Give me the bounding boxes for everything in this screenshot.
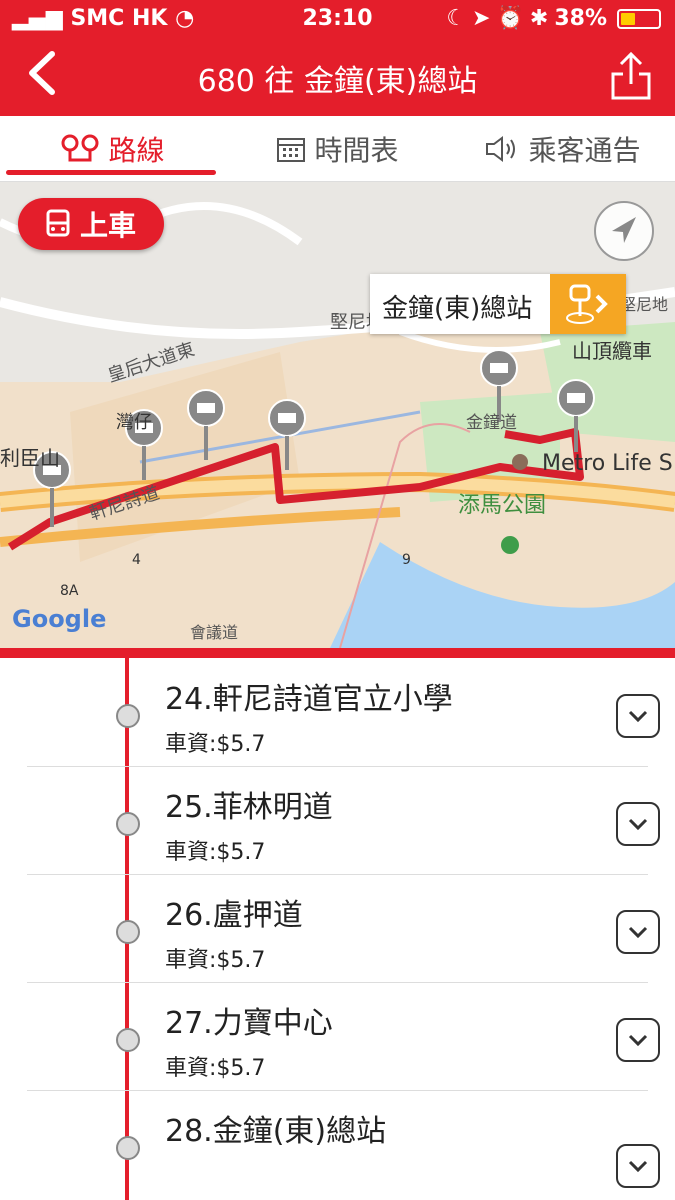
- expand-button[interactable]: [616, 802, 660, 846]
- calendar-icon: [277, 138, 306, 162]
- expand-button[interactable]: [616, 1144, 660, 1188]
- expand-button[interactable]: [616, 1018, 660, 1062]
- nav-bar: 680 往 金鐘(東)總站: [0, 38, 675, 116]
- chevron-down-icon: [628, 926, 648, 939]
- tab-timetable[interactable]: 時間表: [225, 116, 450, 182]
- route-map[interactable]: 堅尼地道 皇后大道東 軒尼詩道 金鐘道 Metro Life S 添馬公園 山頂…: [0, 182, 675, 648]
- callout-stop-name: 金鐘(東)總站: [382, 294, 533, 324]
- chevron-down-icon: [628, 710, 648, 723]
- map-label: 山頂纜車: [572, 339, 652, 363]
- app-header: ▂▄▆ SMC HK ◔ 23:10 ☾ ➤ ⏰ ✱ 38% 680 往 金鐘(…: [0, 0, 675, 116]
- stop-callout[interactable]: 金鐘(東)總站: [370, 274, 626, 334]
- stop-dot: [116, 812, 140, 836]
- locate-me-button[interactable]: [594, 201, 654, 261]
- map-label: 金鐘道: [466, 413, 517, 433]
- list-item[interactable]: 25.菲林明道 車資:$5.7: [0, 766, 675, 875]
- tab-notices-label: 乘客通告: [528, 134, 641, 167]
- stop-name: 26.盧押道: [165, 898, 303, 933]
- location-icon: ➤: [472, 6, 491, 31]
- chevron-down-icon: [628, 818, 648, 831]
- stop-dot: [116, 1028, 140, 1052]
- stop-dot: [116, 920, 140, 944]
- stop-name: 24.軒尼詩道官立小學: [165, 682, 453, 717]
- chevron-down-icon: [628, 1034, 648, 1047]
- route-icon: [61, 134, 99, 162]
- list-item[interactable]: 26.盧押道 車資:$5.7: [0, 874, 675, 983]
- bus-icon: [46, 209, 70, 237]
- map-divider: [0, 648, 675, 658]
- map-label: 8A: [60, 583, 79, 599]
- alarm-icon: ⏰: [496, 6, 524, 31]
- map-label: 灣仔: [116, 412, 152, 433]
- tab-route-label: 路線: [108, 134, 165, 167]
- active-tab-indicator: [6, 170, 216, 175]
- stop-dot: [116, 1136, 140, 1160]
- battery-percent: 38%: [554, 6, 607, 31]
- bluetooth-icon: ✱: [529, 6, 549, 31]
- stop-fare: 車資:$5.7: [165, 948, 266, 973]
- stop-name: 28.金鐘(東)總站: [165, 1114, 387, 1149]
- stop-dot: [116, 704, 140, 728]
- google-logo: Google: [12, 605, 106, 633]
- map-label: 會議道: [190, 623, 238, 642]
- status-bar: ▂▄▆ SMC HK ◔ 23:10 ☾ ➤ ⏰ ✱ 38%: [0, 0, 675, 38]
- chevron-down-icon: [628, 1160, 648, 1173]
- stop-fare: 車資:$5.7: [165, 732, 266, 757]
- map-label: 利臣山: [0, 446, 60, 470]
- map-label: 堅尼地: [620, 295, 668, 314]
- list-item[interactable]: 27.力寶中心 車資:$5.7: [0, 982, 675, 1091]
- page-title: 680 往 金鐘(東)總站: [197, 64, 478, 99]
- stop-name: 27.力寶中心: [165, 1006, 333, 1041]
- stop-list[interactable]: 24.軒尼詩道官立小學 車資:$5.7 25.菲林明道 車資:$5.7 26.盧…: [0, 658, 675, 1200]
- stop-name: 25.菲林明道: [165, 790, 333, 825]
- tab-timetable-label: 時間表: [314, 134, 399, 167]
- stop-fare: 車資:$5.7: [165, 840, 266, 865]
- moon-icon: ☾: [446, 6, 467, 31]
- board-bus-button[interactable]: 上車: [18, 198, 164, 250]
- tab-notices[interactable]: 乘客通告: [450, 116, 675, 182]
- map-label: 4: [132, 552, 141, 568]
- list-item[interactable]: 24.軒尼詩道官立小學 車資:$5.7: [0, 658, 675, 767]
- battery-icon: [617, 8, 661, 29]
- share-icon: [611, 51, 651, 100]
- stop-fare: 車資:$5.7: [165, 1056, 266, 1081]
- stop-pin-arrow-icon: [566, 284, 608, 324]
- navigation-arrow-icon: [612, 217, 636, 243]
- board-bus-label: 上車: [79, 209, 136, 242]
- map-label: Metro Life S: [542, 451, 673, 476]
- speaker-icon: [486, 136, 516, 162]
- callout-go-button[interactable]: [550, 274, 626, 334]
- map-canvas: 堅尼地道 皇后大道東 軒尼詩道 金鐘道 Metro Life S 添馬公園 山頂…: [0, 182, 675, 648]
- map-label: 添馬公園: [458, 493, 546, 518]
- map-label: 9: [402, 552, 411, 568]
- share-button[interactable]: [611, 51, 651, 100]
- expand-button[interactable]: [616, 694, 660, 738]
- expand-button[interactable]: [616, 910, 660, 954]
- list-item[interactable]: 28.金鐘(東)總站: [0, 1090, 675, 1198]
